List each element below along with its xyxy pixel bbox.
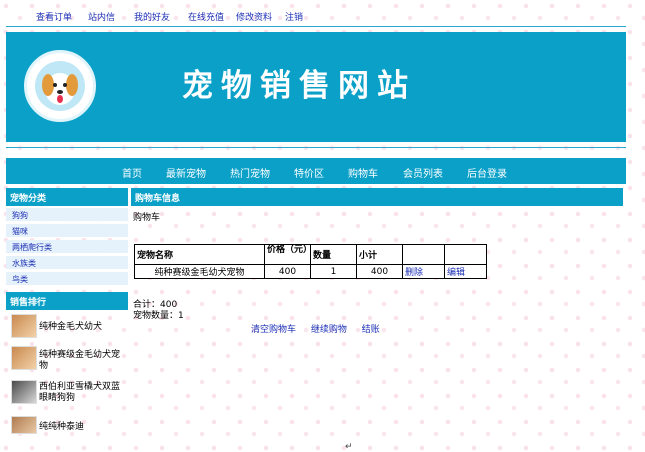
column-header: 小计 <box>356 244 403 265</box>
cart-header: 购物车信息 <box>131 188 623 206</box>
ranking-item-label: 纯种赛级金毛幼犬宠物 <box>39 350 121 371</box>
top-nav-messages[interactable]: 站内信 <box>88 10 115 23</box>
cell-name: 纯种赛级金毛幼犬宠物 <box>134 264 265 279</box>
main-nav-hot-pets[interactable]: 热门宠物 <box>230 165 270 180</box>
top-nav: 查看订单 站内信 我的好友 在线充值 修改资料 注销 <box>0 10 645 24</box>
main-nav-cart[interactable]: 购物车 <box>348 165 378 180</box>
pet-thumbnail <box>11 346 37 370</box>
dog-logo-icon <box>24 50 96 122</box>
sidebar: 宠物分类 狗狗 猫咪 两栖爬行类 水族类 鸟类 销售排行 纯种金毛犬幼犬 纯种赛… <box>6 188 128 436</box>
main-nav-members[interactable]: 会员列表 <box>403 165 443 180</box>
paragraph-mark: ↵ <box>345 442 353 452</box>
main-nav: 首页 最新宠物 热门宠物 特价区 购物车 会员列表 后台登录 <box>6 158 626 184</box>
total-amount: 合计：400 <box>133 300 178 310</box>
cart-totals: 合计：400 宠物数量：1 <box>133 300 184 322</box>
top-nav-orders[interactable]: 查看订单 <box>36 10 72 23</box>
ranking-item-label: 西伯利亚雪橇犬双蓝眼睛狗狗 <box>39 382 121 403</box>
ranking-item[interactable]: 纯纯种泰迪 <box>6 416 128 436</box>
column-header: 宠物名称 <box>134 244 265 265</box>
ranking-item[interactable]: 纯种金毛犬幼犬 <box>6 314 128 340</box>
ranking-item[interactable]: 纯种赛级金毛幼犬宠物 <box>6 346 128 374</box>
pet-thumbnail <box>11 416 37 434</box>
page: 查看订单 站内信 我的好友 在线充值 修改资料 注销 宠物销售网站 首页 最新宠… <box>0 0 645 452</box>
main-nav-specials[interactable]: 特价区 <box>294 165 324 180</box>
cell-qty: 1 <box>310 264 357 279</box>
main-nav-home[interactable]: 首页 <box>122 165 142 180</box>
cart-panel: 购物车信息 购物车 宠物名称 价格（元） 数量 小计 纯种赛级金毛幼犬宠物 40… <box>131 188 623 335</box>
sidebar-item-birds[interactable]: 鸟类 <box>6 272 128 286</box>
delete-link[interactable]: 删除 <box>402 264 445 279</box>
cart-table: 宠物名称 价格（元） 数量 小计 纯种赛级金毛幼犬宠物 400 1 400 删除… <box>134 244 487 279</box>
edit-link[interactable]: 编辑 <box>444 264 487 279</box>
divider <box>6 147 626 148</box>
ranking-item[interactable]: 西伯利亚雪橇犬双蓝眼睛狗狗 <box>6 380 128 410</box>
category-title: 宠物分类 <box>6 188 128 206</box>
ranking-item-label: 纯种金毛犬幼犬 <box>39 322 103 332</box>
breadcrumb: 购物车 <box>133 213 161 223</box>
sidebar-item-dogs[interactable]: 狗狗 <box>6 208 128 222</box>
top-nav-recharge[interactable]: 在线充值 <box>188 10 224 23</box>
cart-actions: 清空购物车 继续购物 结账 <box>251 322 392 335</box>
checkout-link[interactable]: 结账 <box>362 325 380 335</box>
sidebar-item-cats[interactable]: 猫咪 <box>6 224 128 238</box>
table-header-row: 宠物名称 价格（元） 数量 小计 <box>134 244 487 265</box>
cell-price: 400 <box>264 264 311 279</box>
banner: 宠物销售网站 <box>6 32 626 142</box>
column-header <box>444 244 487 265</box>
sidebar-item-reptiles[interactable]: 两栖爬行类 <box>6 240 128 254</box>
sidebar-item-aquatic[interactable]: 水族类 <box>6 256 128 270</box>
top-nav-friends[interactable]: 我的好友 <box>134 10 170 23</box>
column-header: 数量 <box>310 244 357 265</box>
ranking-item-label: 纯纯种泰迪 <box>39 422 85 432</box>
pet-thumbnail <box>11 380 37 404</box>
main-nav-admin-login[interactable]: 后台登录 <box>467 165 507 180</box>
divider <box>6 26 626 27</box>
ranking-title: 销售排行 <box>6 292 128 310</box>
column-header <box>402 244 445 265</box>
site-title: 宠物销售网站 <box>182 68 416 104</box>
cell-subtotal: 400 <box>356 264 403 279</box>
pet-thumbnail <box>11 314 37 338</box>
table-row: 纯种赛级金毛幼犬宠物 400 1 400 删除 编辑 <box>134 264 487 279</box>
dog-face-icon <box>42 73 78 105</box>
column-header: 价格（元） <box>264 244 312 265</box>
top-nav-logout[interactable]: 注销 <box>285 10 303 23</box>
main-nav-new-pets[interactable]: 最新宠物 <box>166 165 206 180</box>
top-nav-profile[interactable]: 修改资料 <box>236 10 272 23</box>
continue-shopping-link[interactable]: 继续购物 <box>311 325 347 335</box>
clear-cart-link[interactable]: 清空购物车 <box>251 325 296 335</box>
pet-count: 宠物数量：1 <box>133 311 184 321</box>
